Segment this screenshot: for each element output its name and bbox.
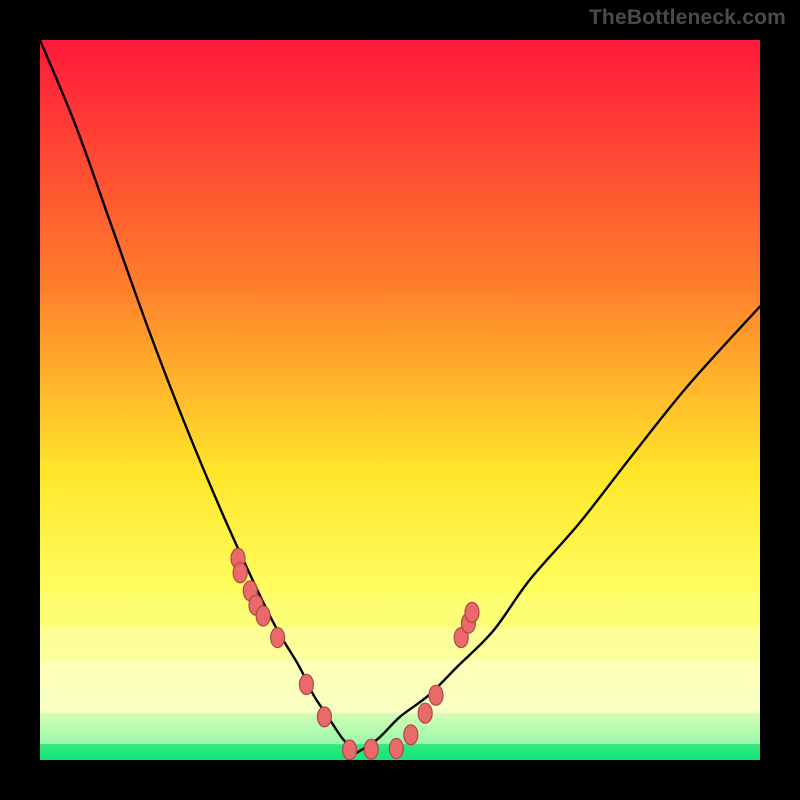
watermark-text: TheBottleneck.com <box>589 6 786 30</box>
data-dot <box>465 602 479 622</box>
band-cream <box>40 659 760 713</box>
data-dot <box>317 707 331 727</box>
data-dot <box>299 674 313 694</box>
data-dot <box>404 725 418 745</box>
data-dot <box>343 740 357 760</box>
chart-svg <box>40 40 760 760</box>
data-dot <box>233 563 247 583</box>
data-dot <box>271 628 285 648</box>
chart-container: TheBottleneck.com <box>0 0 800 800</box>
data-dot <box>389 738 403 758</box>
plot-area <box>40 40 760 760</box>
data-dot <box>256 606 270 626</box>
data-dot <box>429 685 443 705</box>
data-dot <box>364 739 378 759</box>
data-dot <box>418 703 432 723</box>
band-pale-yellow <box>40 594 760 626</box>
band-yellow <box>40 627 760 659</box>
